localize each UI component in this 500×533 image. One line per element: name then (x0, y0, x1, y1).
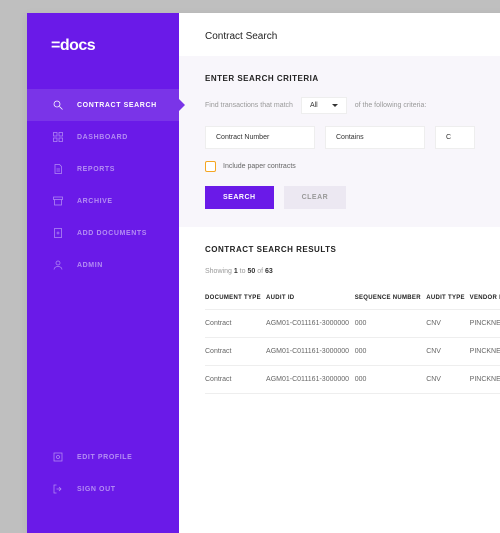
logo-text: =docs (51, 37, 95, 54)
clear-button[interactable]: CLEAR (284, 186, 347, 209)
results-table: DOCUMENT TYPE AUDIT ID SEQUENCE NUMBER A… (205, 287, 500, 394)
match-suffix: of the following criteria: (355, 102, 427, 109)
document-icon (51, 162, 65, 176)
checkbox-label: Include paper contracts (223, 163, 296, 170)
sidebar-item-label: ADMIN (77, 262, 103, 269)
results-panel: CONTRACT SEARCH RESULTS Showing 1 to 50 … (179, 227, 500, 412)
signout-icon (51, 482, 65, 496)
col-doc-type: DOCUMENT TYPE (205, 287, 266, 310)
col-seq: SEQUENCE NUMBER (355, 287, 427, 310)
sidebar-item-label: ADD DOCUMENTS (77, 230, 147, 237)
criteria-buttons: SEARCH CLEAR (205, 186, 500, 209)
checkbox-icon (205, 161, 216, 172)
filter-row: Contract Number Contains C (205, 126, 500, 149)
operator-select[interactable]: Contains (325, 126, 425, 149)
col-audit-type: AUDIT TYPE (426, 287, 469, 310)
match-prefix: Find transactions that match (205, 102, 293, 109)
operator-value: Contains (336, 134, 364, 141)
table-row[interactable]: Contract AGM01-C011161-3000000 000 CNV P… (205, 338, 500, 366)
nav-bottom: EDIT PROFILE SIGN OUT (27, 441, 179, 533)
match-value: All (310, 102, 318, 109)
field-select[interactable]: Contract Number (205, 126, 315, 149)
app-shell: =docs CONTRACT SEARCH DASHBOARD REPORTS … (27, 13, 500, 533)
search-icon (51, 98, 65, 112)
sidebar-item-admin[interactable]: ADMIN (27, 249, 179, 281)
field-value: Contract Number (216, 134, 269, 141)
sidebar-item-dashboard[interactable]: DASHBOARD (27, 121, 179, 153)
sidebar-item-label: CONTRACT SEARCH (77, 102, 157, 109)
page-title: Contract Search (179, 13, 500, 56)
value-text: C (446, 134, 451, 141)
sidebar-item-add-documents[interactable]: ADD DOCUMENTS (27, 217, 179, 249)
sidebar-item-label: ARCHIVE (77, 198, 113, 205)
col-vendor: VENDOR NAME (470, 287, 500, 310)
value-input[interactable]: C (435, 126, 475, 149)
include-paper-checkbox[interactable]: Include paper contracts (205, 161, 500, 172)
archive-icon (51, 194, 65, 208)
sidebar-item-archive[interactable]: ARCHIVE (27, 185, 179, 217)
sidebar-item-label: DASHBOARD (77, 134, 128, 141)
sidebar-item-edit-profile[interactable]: EDIT PROFILE (27, 441, 179, 473)
sidebar: =docs CONTRACT SEARCH DASHBOARD REPORTS … (27, 13, 179, 533)
results-title: CONTRACT SEARCH RESULTS (205, 245, 500, 254)
nav-main: CONTRACT SEARCH DASHBOARD REPORTS ARCHIV… (27, 85, 179, 441)
sidebar-item-label: EDIT PROFILE (77, 454, 132, 461)
criteria-title: ENTER SEARCH CRITERIA (205, 74, 500, 83)
search-criteria-panel: ENTER SEARCH CRITERIA Find transactions … (179, 56, 500, 227)
col-audit-id: AUDIT ID (266, 287, 355, 310)
main-content: Contract Search ENTER SEARCH CRITERIA Fi… (179, 13, 500, 533)
sidebar-item-label: SIGN OUT (77, 486, 116, 493)
settings-icon (51, 450, 65, 464)
match-select[interactable]: All (301, 97, 347, 114)
table-header-row: DOCUMENT TYPE AUDIT ID SEQUENCE NUMBER A… (205, 287, 500, 310)
sidebar-item-label: REPORTS (77, 166, 115, 173)
sidebar-item-sign-out[interactable]: SIGN OUT (27, 473, 179, 505)
sidebar-item-contract-search[interactable]: CONTRACT SEARCH (27, 89, 179, 121)
search-button[interactable]: SEARCH (205, 186, 274, 209)
sidebar-item-reports[interactable]: REPORTS (27, 153, 179, 185)
plus-document-icon (51, 226, 65, 240)
user-icon (51, 258, 65, 272)
results-meta: Showing 1 to 50 of 63 (205, 268, 500, 275)
chevron-down-icon (332, 104, 338, 107)
table-row[interactable]: Contract AGM01-C011161-3000000 000 CNV P… (205, 366, 500, 394)
table-row[interactable]: Contract AGM01-C011161-3000000 000 CNV P… (205, 310, 500, 338)
grid-icon (51, 130, 65, 144)
match-row: Find transactions that match All of the … (205, 97, 500, 114)
logo: =docs (27, 13, 179, 85)
